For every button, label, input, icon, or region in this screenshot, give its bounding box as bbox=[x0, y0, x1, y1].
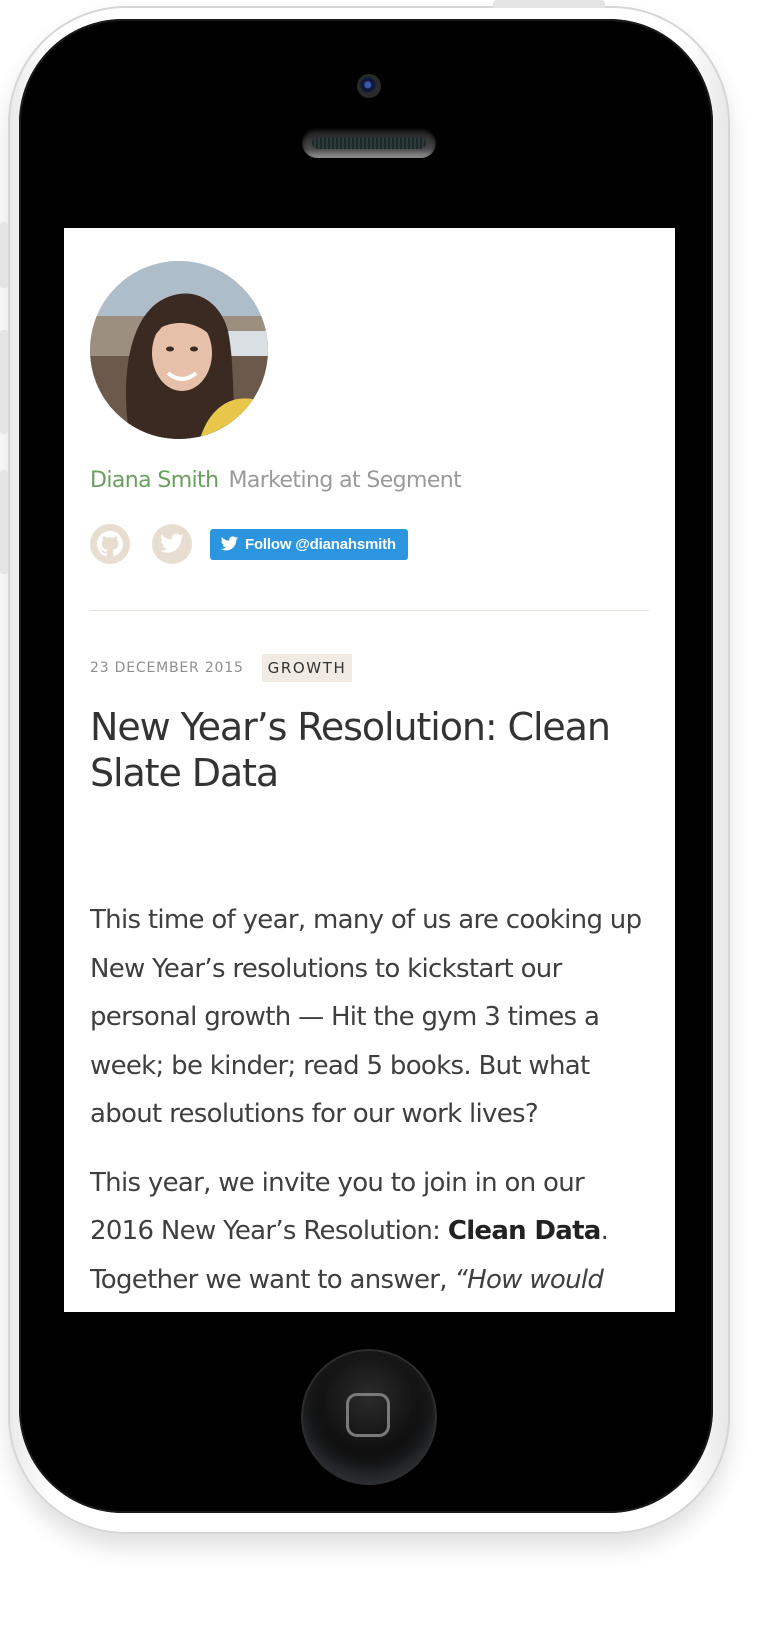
github-icon[interactable] bbox=[90, 524, 130, 564]
italic-quote: “How would bbox=[454, 1264, 604, 1295]
follow-label: Follow @dianahsmith bbox=[245, 535, 396, 553]
post-title: New Year’s Resolution: Clean Slate Data bbox=[90, 705, 611, 795]
author-name[interactable]: Diana Smith bbox=[90, 468, 219, 493]
post-date: 23 DECEMBER 2015 bbox=[90, 660, 244, 676]
paragraph-2: This year, we invite you to join in on o… bbox=[90, 1167, 609, 1295]
volume-up-button bbox=[0, 330, 8, 434]
divider bbox=[90, 610, 649, 611]
twitter-bird-icon bbox=[220, 536, 239, 551]
power-button bbox=[493, 0, 605, 8]
home-button[interactable] bbox=[301, 1349, 437, 1485]
social-links: Follow @dianahsmith bbox=[90, 524, 408, 564]
author-line: Diana Smith Marketing at Segment bbox=[90, 468, 462, 493]
post-body: This time of year, many of us are cookin… bbox=[90, 896, 650, 1312]
bold-clean-data: Clean Data bbox=[447, 1216, 602, 1246]
twitter-follow-button[interactable]: Follow @dianahsmith bbox=[210, 528, 408, 560]
volume-down-button bbox=[0, 470, 8, 574]
mute-switch bbox=[0, 222, 8, 288]
author-role: Marketing at Segment bbox=[228, 468, 462, 493]
screen: Diana Smith Marketing at Segment Follow @… bbox=[64, 228, 675, 1312]
avatar bbox=[90, 261, 268, 439]
avatar-photo bbox=[90, 261, 268, 439]
home-square-icon bbox=[346, 1393, 390, 1437]
front-camera-icon bbox=[357, 74, 381, 98]
post-tag[interactable]: GROWTH bbox=[261, 654, 353, 682]
post-meta: 23 DECEMBER 2015 GROWTH bbox=[90, 654, 353, 682]
paragraph-1: This time of year, many of us are cookin… bbox=[90, 905, 642, 1129]
earpiece-speaker bbox=[302, 128, 436, 158]
twitter-icon[interactable] bbox=[152, 524, 192, 564]
